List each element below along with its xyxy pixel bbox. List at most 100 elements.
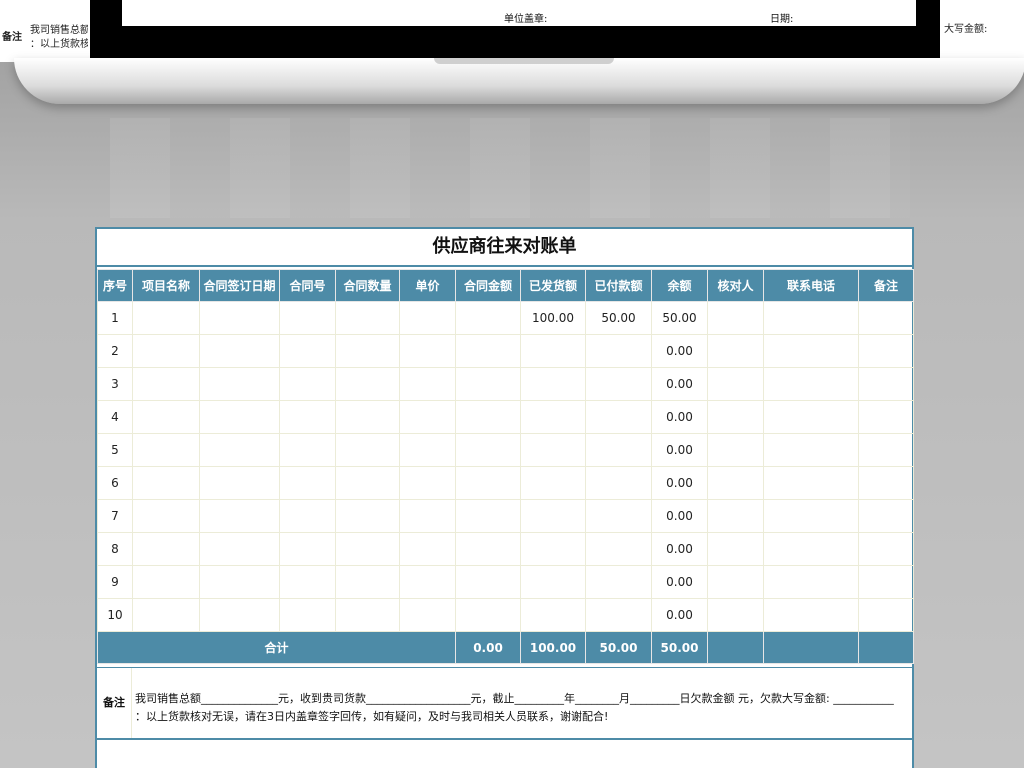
table-cell[interactable] bbox=[335, 334, 400, 368]
table-cell[interactable] bbox=[707, 334, 764, 368]
table-cell[interactable] bbox=[279, 301, 336, 335]
table-cell[interactable] bbox=[707, 565, 764, 599]
table-cell[interactable] bbox=[199, 466, 280, 500]
table-cell[interactable] bbox=[279, 334, 336, 368]
table-cell[interactable] bbox=[763, 400, 859, 434]
table-cell[interactable] bbox=[199, 301, 280, 335]
shipped-cell[interactable] bbox=[520, 565, 586, 599]
table-cell[interactable] bbox=[455, 598, 521, 632]
table-cell[interactable] bbox=[199, 367, 280, 401]
table-cell[interactable] bbox=[199, 499, 280, 533]
paid-cell[interactable] bbox=[585, 367, 652, 401]
table-cell[interactable] bbox=[763, 499, 859, 533]
table-cell[interactable] bbox=[763, 367, 859, 401]
shipped-cell[interactable] bbox=[520, 334, 586, 368]
table-cell[interactable] bbox=[279, 499, 336, 533]
table-cell[interactable] bbox=[399, 466, 456, 500]
table-cell[interactable] bbox=[763, 334, 859, 368]
table-cell[interactable] bbox=[335, 499, 400, 533]
table-cell[interactable] bbox=[858, 367, 914, 401]
table-cell[interactable] bbox=[335, 598, 400, 632]
table-cell[interactable] bbox=[858, 466, 914, 500]
table-cell[interactable] bbox=[763, 598, 859, 632]
table-cell[interactable] bbox=[279, 466, 336, 500]
balance-cell[interactable]: 0.00 bbox=[651, 466, 708, 500]
table-cell[interactable] bbox=[335, 565, 400, 599]
table-cell[interactable] bbox=[199, 334, 280, 368]
table-cell[interactable] bbox=[132, 400, 200, 434]
shipped-cell[interactable] bbox=[520, 433, 586, 467]
table-cell[interactable] bbox=[335, 367, 400, 401]
table-cell[interactable] bbox=[335, 301, 400, 335]
table-cell[interactable] bbox=[399, 334, 456, 368]
table-cell[interactable] bbox=[399, 565, 456, 599]
table-cell[interactable] bbox=[399, 367, 456, 401]
shipped-cell[interactable] bbox=[520, 400, 586, 434]
table-cell[interactable] bbox=[199, 433, 280, 467]
shipped-cell[interactable]: 100.00 bbox=[520, 301, 586, 335]
table-cell[interactable] bbox=[132, 433, 200, 467]
table-cell[interactable] bbox=[858, 532, 914, 566]
balance-cell[interactable]: 0.00 bbox=[651, 400, 708, 434]
paid-cell[interactable] bbox=[585, 334, 652, 368]
table-cell[interactable] bbox=[858, 499, 914, 533]
table-cell[interactable] bbox=[707, 400, 764, 434]
paid-cell[interactable] bbox=[585, 466, 652, 500]
balance-cell[interactable]: 0.00 bbox=[651, 532, 708, 566]
table-cell[interactable] bbox=[707, 433, 764, 467]
table-cell[interactable] bbox=[707, 301, 764, 335]
table-cell[interactable] bbox=[858, 598, 914, 632]
table-cell[interactable] bbox=[335, 400, 400, 434]
table-cell[interactable] bbox=[279, 400, 336, 434]
shipped-cell[interactable] bbox=[520, 499, 586, 533]
table-cell[interactable] bbox=[707, 598, 764, 632]
table-cell[interactable] bbox=[399, 499, 456, 533]
table-cell[interactable] bbox=[132, 334, 200, 368]
table-cell[interactable] bbox=[279, 367, 336, 401]
table-cell[interactable] bbox=[399, 400, 456, 434]
table-cell[interactable] bbox=[399, 598, 456, 632]
table-cell[interactable] bbox=[279, 598, 336, 632]
table-cell[interactable] bbox=[707, 466, 764, 500]
table-cell[interactable] bbox=[199, 532, 280, 566]
table-cell[interactable] bbox=[279, 565, 336, 599]
balance-cell[interactable]: 0.00 bbox=[651, 433, 708, 467]
table-cell[interactable] bbox=[763, 301, 859, 335]
shipped-cell[interactable] bbox=[520, 532, 586, 566]
table-cell[interactable] bbox=[455, 301, 521, 335]
table-cell[interactable] bbox=[858, 334, 914, 368]
table-cell[interactable] bbox=[455, 499, 521, 533]
table-cell[interactable] bbox=[455, 466, 521, 500]
balance-cell[interactable]: 0.00 bbox=[651, 598, 708, 632]
shipped-cell[interactable] bbox=[520, 466, 586, 500]
table-cell[interactable] bbox=[763, 565, 859, 599]
shipped-cell[interactable] bbox=[520, 367, 586, 401]
table-cell[interactable] bbox=[455, 400, 521, 434]
table-cell[interactable] bbox=[763, 433, 859, 467]
table-cell[interactable] bbox=[132, 301, 200, 335]
table-cell[interactable] bbox=[132, 565, 200, 599]
table-cell[interactable] bbox=[335, 433, 400, 467]
table-cell[interactable] bbox=[199, 400, 280, 434]
paid-cell[interactable] bbox=[585, 499, 652, 533]
table-cell[interactable] bbox=[858, 400, 914, 434]
paid-cell[interactable]: 50.00 bbox=[585, 301, 652, 335]
table-cell[interactable] bbox=[707, 532, 764, 566]
table-cell[interactable] bbox=[455, 532, 521, 566]
table-cell[interactable] bbox=[455, 565, 521, 599]
table-cell[interactable] bbox=[763, 532, 859, 566]
table-cell[interactable] bbox=[132, 367, 200, 401]
table-cell[interactable] bbox=[707, 499, 764, 533]
table-cell[interactable] bbox=[199, 598, 280, 632]
paid-cell[interactable] bbox=[585, 433, 652, 467]
table-cell[interactable] bbox=[335, 532, 400, 566]
table-cell[interactable] bbox=[132, 466, 200, 500]
paid-cell[interactable] bbox=[585, 565, 652, 599]
balance-cell[interactable]: 0.00 bbox=[651, 334, 708, 368]
table-cell[interactable] bbox=[858, 433, 914, 467]
table-cell[interactable] bbox=[199, 565, 280, 599]
table-cell[interactable] bbox=[858, 565, 914, 599]
table-cell[interactable] bbox=[335, 466, 400, 500]
table-cell[interactable] bbox=[279, 532, 336, 566]
balance-cell[interactable]: 0.00 bbox=[651, 565, 708, 599]
